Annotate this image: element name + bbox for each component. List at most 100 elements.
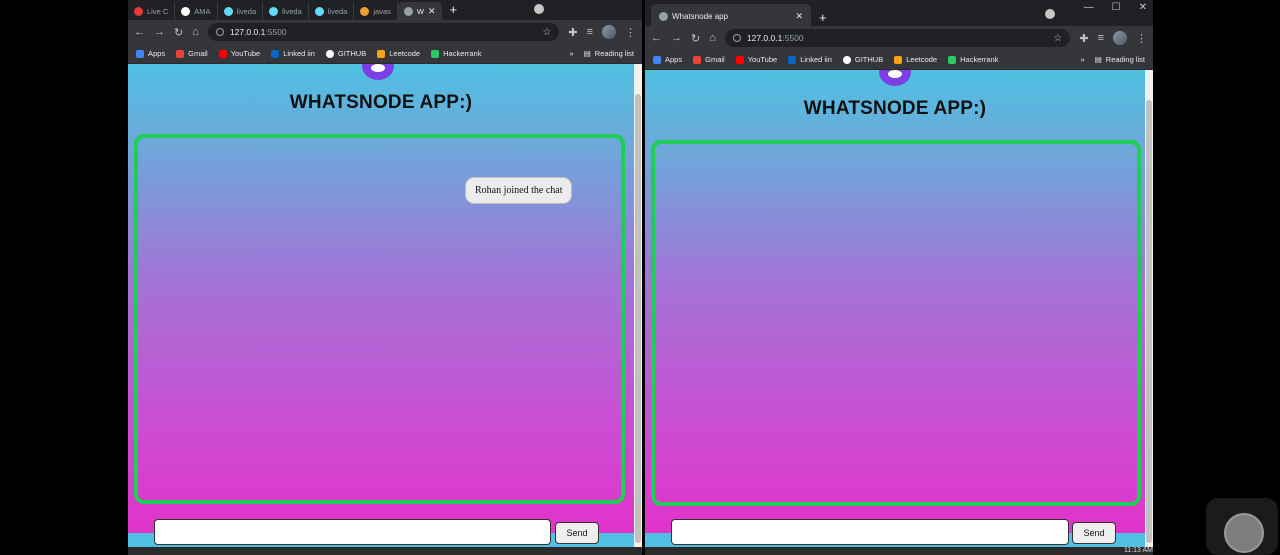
tab-strip: Live C AMA liveda liveda liveda javas W ✕… (128, 0, 642, 20)
tab-github[interactable]: AMA (175, 2, 218, 20)
profile-avatar[interactable] (602, 25, 616, 39)
close-icon[interactable]: ✕ (428, 6, 436, 17)
browser-toolbar: ← → ↻ ⌂ 127.0.0.1:5500 ☆ ✚ ≡ ⋮ (645, 26, 1153, 50)
tab-search-icon[interactable] (534, 4, 544, 14)
globe-icon (403, 6, 413, 16)
taskbar-clock: 11:13 AM (1123, 547, 1153, 554)
youtube-icon (735, 55, 744, 64)
browser-toolbar: ← → ↻ ⌂ 127.0.0.1:5500 ☆ ✚ ≡ ⋮ (128, 20, 642, 44)
react-icon (223, 6, 233, 16)
window-close-icon[interactable]: ✕ (1139, 2, 1147, 13)
screen: Live C AMA liveda liveda liveda javas W ✕… (0, 0, 1280, 555)
close-icon[interactable]: ✕ (795, 11, 803, 22)
bookmark-gmail[interactable]: Gmail (176, 49, 208, 58)
message-input[interactable] (671, 519, 1069, 545)
back-icon[interactable]: ← (134, 26, 145, 38)
media-icon[interactable]: ≡ (587, 26, 593, 38)
forward-icon[interactable]: → (671, 32, 682, 44)
chat-container[interactable]: Rohan joined the chat (134, 134, 625, 504)
back-icon[interactable]: ← (651, 32, 662, 44)
new-tab-button[interactable]: + (442, 2, 466, 20)
reload-icon[interactable]: ↻ (691, 32, 700, 45)
home-icon[interactable]: ⌂ (192, 26, 199, 38)
bookmark-hackerrank[interactable]: Hackerrank (948, 55, 998, 64)
home-icon[interactable]: ⌂ (709, 32, 716, 44)
send-button[interactable]: Send (1072, 522, 1116, 544)
tab-liveda-2[interactable]: liveda (263, 2, 309, 20)
page-viewport: WHATSNODE APP:) Send (645, 70, 1145, 547)
bookmark-hackerrank[interactable]: Hackerrank (431, 49, 481, 58)
extensions-icon[interactable]: ✚ (568, 26, 577, 39)
tab-javascript[interactable]: javas (354, 2, 398, 20)
more-bookmarks-button[interactable]: » (570, 49, 574, 58)
media-icon[interactable]: ≡ (1098, 32, 1104, 44)
tab-liveda-1[interactable]: liveda (218, 2, 264, 20)
join-notification: Rohan joined the chat (465, 177, 573, 204)
tab-whatsnode[interactable]: Whatsnode app ✕ (651, 4, 811, 28)
bookmark-star-icon[interactable]: ☆ (1053, 33, 1062, 44)
tab-live[interactable]: Live C (128, 2, 176, 20)
reading-list-icon: ▤ (583, 49, 591, 58)
app-title: WHATSNODE APP:) (803, 98, 987, 119)
forward-icon[interactable]: → (154, 26, 165, 38)
extensions-icon[interactable]: ✚ (1079, 32, 1088, 45)
maximize-icon[interactable]: ☐ (1112, 2, 1121, 13)
bookmarks-bar: Apps Gmail YouTube Linked iin GITHUB Lee… (128, 44, 642, 64)
reading-list-button[interactable]: ▤ Reading list (584, 49, 634, 58)
page-scrollbar[interactable] (634, 64, 642, 547)
reading-list-icon: ▤ (1094, 55, 1102, 64)
javascript-icon (360, 6, 370, 16)
menu-icon[interactable]: ⋮ (1136, 32, 1147, 45)
more-bookmarks-button[interactable]: » (1081, 55, 1085, 64)
globe-icon (659, 11, 668, 21)
info-icon[interactable] (732, 34, 741, 42)
linkedin-icon (271, 49, 280, 58)
message-input[interactable] (154, 519, 551, 545)
whatsnode-logo-icon (362, 64, 394, 80)
floating-record-button[interactable] (1206, 498, 1278, 555)
menu-icon[interactable]: ⋮ (625, 26, 636, 39)
info-icon[interactable] (215, 28, 224, 36)
address-bar[interactable]: 127.0.0.1:5500 ☆ (207, 23, 560, 41)
gmail-icon (176, 49, 185, 58)
tab-search-icon[interactable] (1045, 9, 1055, 19)
page-scrollbar[interactable] (1145, 70, 1153, 547)
tab-liveda-3[interactable]: liveda (309, 2, 355, 20)
leetcode-icon (377, 49, 386, 58)
taskbar-strip: 11:13 AM (645, 547, 1153, 555)
leetcode-icon (894, 55, 903, 64)
bookmark-youtube[interactable]: YouTube (735, 55, 777, 64)
github-icon (842, 55, 851, 64)
linkedin-icon (788, 55, 797, 64)
reading-list-button[interactable]: ▤ Reading list (1095, 55, 1145, 64)
chat-container[interactable] (651, 140, 1141, 506)
bookmark-leetcode[interactable]: Leetcode (377, 49, 420, 58)
bookmark-apps[interactable]: Apps (136, 49, 165, 58)
tab-strip: Whatsnode app ✕ + — ☐ ✕ (645, 0, 1153, 28)
whatsnode-logo-icon (879, 70, 911, 86)
bookmark-linkedin[interactable]: Linked iin (271, 49, 315, 58)
address-bar[interactable]: 127.0.0.1:5500 ☆ (724, 29, 1071, 47)
bookmarks-bar: Apps Gmail YouTube Linked iin GITHUB Lee… (645, 50, 1153, 70)
hackerrank-icon (948, 55, 957, 64)
bookmark-github[interactable]: GITHUB (842, 55, 883, 64)
bookmark-leetcode[interactable]: Leetcode (894, 55, 937, 64)
tab-whatsnode[interactable]: W ✕ (397, 2, 442, 20)
react-icon (314, 6, 324, 16)
bookmark-apps[interactable]: Apps (653, 55, 682, 64)
send-button[interactable]: Send (555, 522, 599, 544)
bookmark-linkedin[interactable]: Linked iin (788, 55, 832, 64)
scrollbar-thumb[interactable] (635, 94, 641, 543)
taskbar-strip (128, 547, 642, 555)
minimize-icon[interactable]: — (1084, 2, 1094, 13)
apps-grid-icon (136, 49, 144, 58)
scrollbar-thumb[interactable] (1146, 100, 1152, 543)
reload-icon[interactable]: ↻ (174, 26, 183, 39)
bookmark-gmail[interactable]: Gmail (693, 55, 725, 64)
bookmark-github[interactable]: GITHUB (325, 49, 366, 58)
left-browser-window: Live C AMA liveda liveda liveda javas W ✕… (128, 0, 642, 555)
page-viewport: WHATSNODE APP:) Rohan joined the chat Se… (128, 64, 634, 547)
bookmark-youtube[interactable]: YouTube (218, 49, 260, 58)
bookmark-star-icon[interactable]: ☆ (542, 27, 551, 38)
profile-avatar[interactable] (1113, 31, 1127, 45)
